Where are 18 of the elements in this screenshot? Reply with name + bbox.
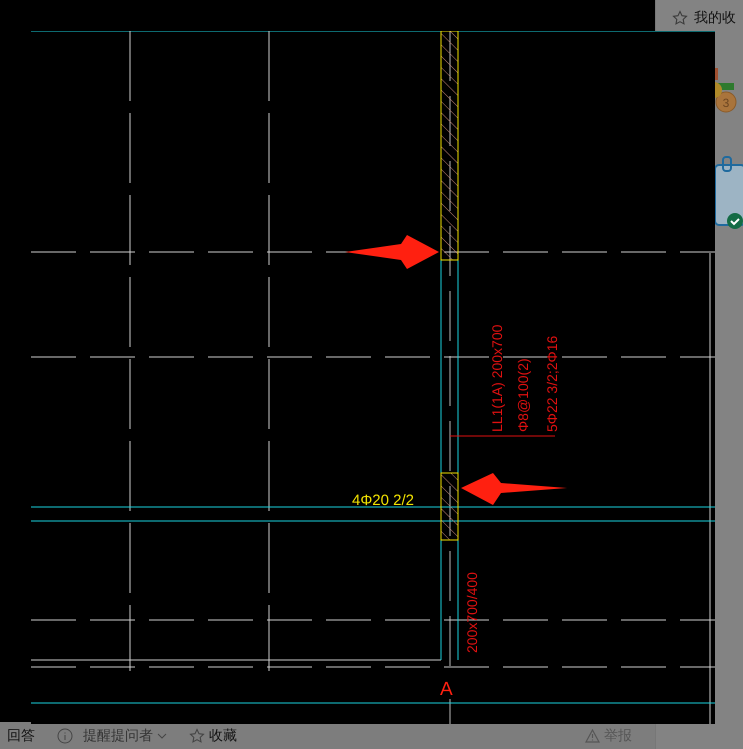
- column-size-label: 200x700/400: [464, 572, 480, 653]
- axis-label: A: [440, 679, 453, 700]
- star-icon: [189, 728, 205, 744]
- favorite-link[interactable]: 收藏: [209, 725, 237, 746]
- favorites-link[interactable]: 我的收: [694, 7, 736, 28]
- hatched-column: [440, 472, 458, 540]
- answer-link[interactable]: 回答: [7, 725, 35, 746]
- star-icon: [672, 10, 688, 26]
- chevron-down-icon: [157, 732, 167, 738]
- warning-icon: [585, 728, 600, 742]
- beam-size-label: LL1(1A) 200x700: [489, 324, 505, 432]
- rebar-label: 5Φ22 3/2;2Φ16: [544, 336, 560, 432]
- info-icon: [57, 728, 73, 744]
- clipboard-icon: [713, 155, 743, 230]
- stirrup-label: Φ8@100(2): [515, 358, 531, 432]
- medal-number: 3: [722, 96, 730, 110]
- rebar-label: 4Φ20 2/2: [352, 492, 414, 509]
- remind-asker-link[interactable]: 提醒提问者: [83, 725, 153, 746]
